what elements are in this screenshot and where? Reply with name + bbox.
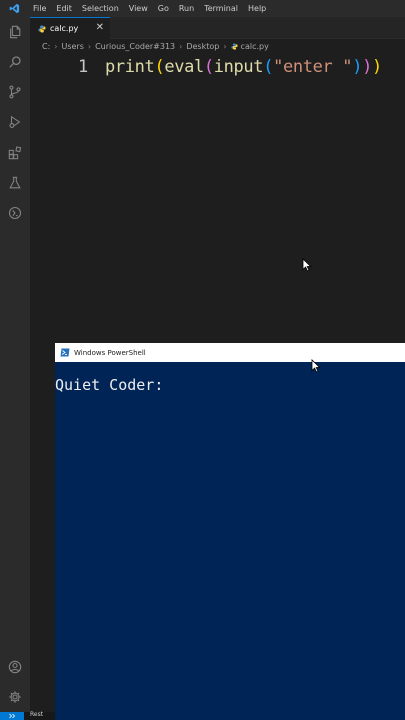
powershell-console[interactable]: Quiet Coder: <box>55 362 405 720</box>
breadcrumb: C: › Users › Curious_Coder#313 › Desktop… <box>42 39 269 53</box>
tab-close-icon[interactable]: ✕ <box>96 22 104 34</box>
powershell-icon <box>60 348 70 357</box>
mouse-pointer-icon <box>311 358 321 373</box>
powershell-window[interactable]: Windows PowerShell Quiet Coder: <box>55 343 405 720</box>
menu-bar: File Edit Selection View Go Run Terminal… <box>0 0 405 17</box>
status-bar: Rest <box>0 711 55 720</box>
token-input: input <box>213 57 264 77</box>
breadcrumb-file[interactable]: calc.py <box>241 42 269 51</box>
manage-gear-icon[interactable] <box>7 689 23 705</box>
mouse-pointer-icon <box>302 257 312 272</box>
menu-terminal[interactable]: Terminal <box>199 0 243 17</box>
chevron-right-icon: › <box>179 41 183 51</box>
menu-view[interactable]: View <box>124 0 153 17</box>
token-print: print <box>105 57 155 77</box>
token-paren: ( <box>263 57 274 77</box>
extensions-icon[interactable] <box>7 145 23 161</box>
remote-indicator-button[interactable] <box>0 712 24 720</box>
breadcrumb-drive[interactable]: C: <box>42 42 50 51</box>
menu-help[interactable]: Help <box>243 0 271 17</box>
code-editor[interactable]: 1 print(eval(input("enter "))) <box>30 53 405 343</box>
vscode-logo-icon[interactable] <box>0 0 28 17</box>
python-file-icon <box>230 42 238 50</box>
account-icon[interactable] <box>7 659 23 675</box>
chevron-right-icon: › <box>87 41 92 51</box>
remote-icon[interactable] <box>7 205 23 221</box>
menu-file[interactable]: File <box>28 0 51 17</box>
token-paren: ) <box>352 57 363 77</box>
token-string: "enter " <box>273 57 353 77</box>
code-line[interactable]: print(eval(input("enter "))) <box>105 57 382 77</box>
python-file-icon <box>38 25 46 32</box>
run-debug-icon[interactable] <box>7 114 23 130</box>
status-text: Rest <box>30 711 44 718</box>
tab-label: calc.py <box>50 24 79 33</box>
chevron-right-icon: › <box>223 41 227 51</box>
testing-icon[interactable] <box>7 175 23 191</box>
breadcrumb-desktop[interactable]: Desktop <box>186 42 219 51</box>
powershell-prompt: Quiet Coder: <box>55 376 164 394</box>
line-number: 1 <box>78 57 89 77</box>
token-paren: ( <box>154 57 165 77</box>
remote-icon <box>9 713 16 719</box>
search-icon[interactable] <box>7 54 23 70</box>
token-paren: ) <box>371 57 382 77</box>
explorer-icon[interactable] <box>7 24 23 40</box>
token-eval: eval <box>164 57 204 77</box>
tab-calc-py[interactable]: calc.py ✕ <box>30 17 110 39</box>
menu-go[interactable]: Go <box>153 0 174 17</box>
token-paren: ( <box>203 57 214 77</box>
breadcrumb-user-folder[interactable]: Curious_Coder#313 <box>95 42 175 51</box>
token-paren: ) <box>362 57 372 77</box>
menu-selection[interactable]: Selection <box>77 0 124 17</box>
menu-edit[interactable]: Edit <box>51 0 77 17</box>
breadcrumb-users[interactable]: Users <box>61 42 83 51</box>
chevron-right-icon: › <box>54 41 58 51</box>
activity-bar <box>0 17 30 720</box>
menu-run[interactable]: Run <box>174 0 199 17</box>
powershell-titlebar[interactable]: Windows PowerShell <box>55 343 405 362</box>
powershell-title: Windows PowerShell <box>74 348 146 357</box>
editor-tab-bar: calc.py ✕ <box>30 17 405 39</box>
source-control-icon[interactable] <box>7 84 23 100</box>
